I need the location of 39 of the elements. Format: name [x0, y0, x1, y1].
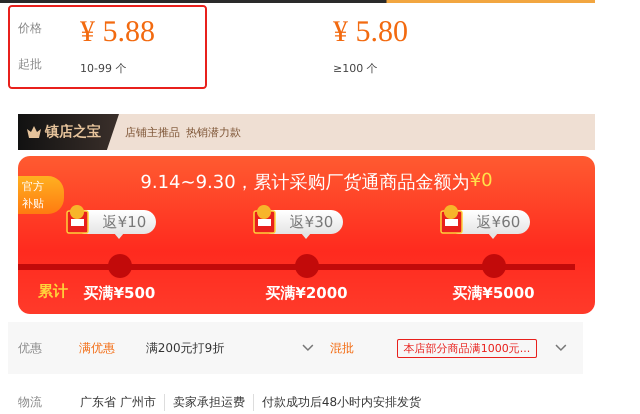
logistics-item: 付款成功后48小时内安排发货 — [252, 394, 430, 411]
discount-tag: 满优惠 — [78, 340, 146, 356]
banner-tag: 热销潜力款 — [186, 124, 241, 140]
mix-tag: 混批 — [330, 340, 397, 356]
coupon-tag: 本店部分商品满1000元... — [396, 338, 538, 358]
discount-text: 满200元打9折 — [146, 340, 226, 356]
milestone-dot — [482, 254, 506, 278]
milestone-threshold: 买满¥2000 — [265, 284, 348, 303]
chevron-down-icon[interactable] — [555, 344, 567, 352]
coupon-icon — [252, 204, 278, 234]
logistics-label: 物流 — [17, 394, 43, 411]
track-label: 累计 — [38, 282, 68, 301]
price-label: 价格 — [18, 20, 43, 36]
quantity-label: 起批 — [18, 56, 43, 72]
coupon-icon — [64, 204, 91, 234]
promo-headline: 9.14~9.30，累计采购厂货通商品金额为 — [140, 171, 470, 195]
milestone-dot — [108, 254, 132, 278]
logistics-item: 卖家承担运费 — [164, 394, 253, 411]
pointer-icon — [488, 233, 498, 239]
promo-amount: ¥0 — [470, 170, 493, 193]
price-value: ¥ 5.80 — [333, 14, 408, 50]
coupon-icon — [438, 204, 465, 234]
milestone-dot — [294, 254, 318, 278]
pointer-icon — [301, 233, 312, 239]
price-tier[interactable]: 价格 起批 ¥ 5.88 10-99 个 — [8, 5, 207, 89]
logistics-item: 广东省 广州市 — [80, 394, 157, 411]
quantity-range: 10-99 个 — [80, 60, 128, 76]
chevron-down-icon[interactable] — [302, 344, 314, 352]
offers-label: 优惠 — [17, 340, 43, 356]
quantity-range: ≥100 个 — [333, 60, 379, 76]
milestone-threshold: 买满¥5000 — [452, 284, 535, 303]
crown-icon — [26, 125, 42, 139]
price-value: ¥ 5.88 — [80, 14, 155, 50]
banner-tag: 店铺主推品 — [125, 124, 180, 140]
pointer-icon — [114, 233, 124, 239]
price-tier[interactable]: ¥ 5.80 ≥100 个 — [331, 5, 410, 89]
milestone-threshold: 买满¥500 — [84, 284, 156, 303]
badge-text: 镇店之宝 — [45, 123, 101, 141]
subsidy-badge: 官方补贴 — [18, 176, 64, 214]
